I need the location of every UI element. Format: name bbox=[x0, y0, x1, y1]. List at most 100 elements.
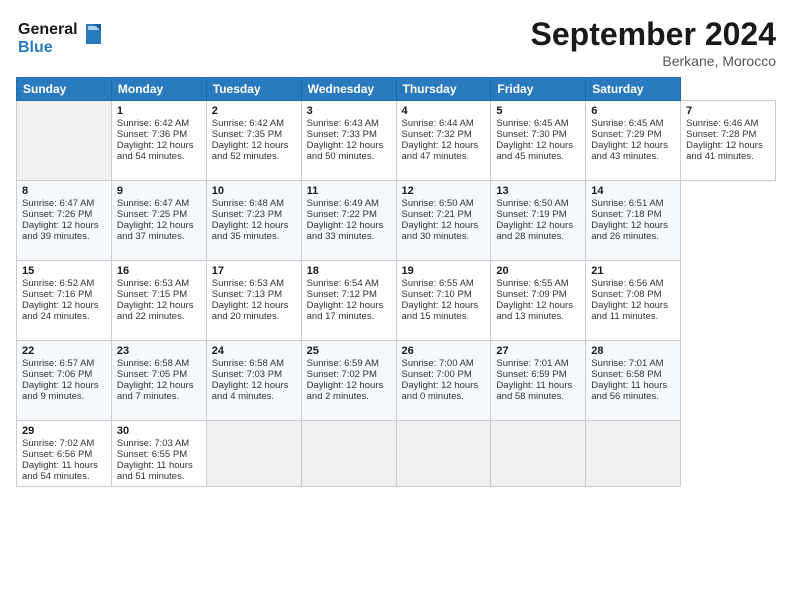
sunrise-text: Sunrise: 6:57 AM bbox=[22, 358, 94, 369]
day-number: 24 bbox=[212, 345, 296, 357]
calendar-cell: 11Sunrise: 6:49 AMSunset: 7:22 PMDayligh… bbox=[301, 181, 396, 261]
sunrise-text: Sunrise: 6:53 AM bbox=[117, 278, 189, 289]
sunset-text: Sunset: 7:02 PM bbox=[307, 369, 377, 380]
daylight-text: Daylight: 12 hours and 33 minutes. bbox=[307, 220, 384, 242]
sunrise-text: Sunrise: 6:45 AM bbox=[496, 118, 568, 129]
sunset-text: Sunset: 7:08 PM bbox=[591, 289, 661, 300]
day-number: 28 bbox=[591, 345, 675, 357]
sunrise-text: Sunrise: 6:58 AM bbox=[212, 358, 284, 369]
sunset-text: Sunset: 7:18 PM bbox=[591, 209, 661, 220]
sunset-text: Sunset: 7:16 PM bbox=[22, 289, 92, 300]
calendar-cell: 5Sunrise: 6:45 AMSunset: 7:30 PMDaylight… bbox=[491, 101, 586, 181]
daylight-text: Daylight: 12 hours and 9 minutes. bbox=[22, 380, 99, 402]
calendar-cell: 1Sunrise: 6:42 AMSunset: 7:36 PMDaylight… bbox=[111, 101, 206, 181]
sunrise-text: Sunrise: 6:59 AM bbox=[307, 358, 379, 369]
sunrise-text: Sunrise: 6:50 AM bbox=[496, 198, 568, 209]
daylight-text: Daylight: 12 hours and 11 minutes. bbox=[591, 300, 668, 322]
day-number: 20 bbox=[496, 265, 580, 277]
daylight-text: Daylight: 12 hours and 41 minutes. bbox=[686, 140, 763, 162]
day-number: 30 bbox=[117, 425, 201, 437]
sunset-text: Sunset: 7:10 PM bbox=[402, 289, 472, 300]
day-number: 8 bbox=[22, 185, 106, 197]
daylight-text: Daylight: 12 hours and 26 minutes. bbox=[591, 220, 668, 242]
daylight-text: Daylight: 12 hours and 50 minutes. bbox=[307, 140, 384, 162]
day-number: 22 bbox=[22, 345, 106, 357]
calendar-cell bbox=[491, 421, 586, 487]
daylight-text: Daylight: 11 hours and 54 minutes. bbox=[22, 460, 98, 482]
calendar-table: Sunday Monday Tuesday Wednesday Thursday… bbox=[16, 77, 776, 487]
daylight-text: Daylight: 11 hours and 58 minutes. bbox=[496, 380, 572, 402]
sunrise-text: Sunrise: 6:51 AM bbox=[591, 198, 663, 209]
svg-text:General: General bbox=[18, 21, 78, 38]
calendar-cell: 23Sunrise: 6:58 AMSunset: 7:05 PMDayligh… bbox=[111, 341, 206, 421]
calendar-cell: 28Sunrise: 7:01 AMSunset: 6:58 PMDayligh… bbox=[586, 341, 681, 421]
daylight-text: Daylight: 12 hours and 37 minutes. bbox=[117, 220, 194, 242]
day-number: 14 bbox=[591, 185, 675, 197]
sunset-text: Sunset: 7:33 PM bbox=[307, 129, 377, 140]
col-wednesday: Wednesday bbox=[301, 78, 396, 101]
daylight-text: Daylight: 12 hours and 7 minutes. bbox=[117, 380, 194, 402]
calendar-cell: 14Sunrise: 6:51 AMSunset: 7:18 PMDayligh… bbox=[586, 181, 681, 261]
sunrise-text: Sunrise: 6:52 AM bbox=[22, 278, 94, 289]
sunrise-text: Sunrise: 7:00 AM bbox=[402, 358, 474, 369]
sunrise-text: Sunrise: 6:56 AM bbox=[591, 278, 663, 289]
daylight-text: Daylight: 12 hours and 4 minutes. bbox=[212, 380, 289, 402]
daylight-text: Daylight: 12 hours and 22 minutes. bbox=[117, 300, 194, 322]
sunset-text: Sunset: 7:21 PM bbox=[402, 209, 472, 220]
day-number: 2 bbox=[212, 105, 296, 117]
day-number: 23 bbox=[117, 345, 201, 357]
calendar-cell bbox=[206, 421, 301, 487]
daylight-text: Daylight: 12 hours and 24 minutes. bbox=[22, 300, 99, 322]
daylight-text: Daylight: 12 hours and 47 minutes. bbox=[402, 140, 479, 162]
sunrise-text: Sunrise: 7:01 AM bbox=[496, 358, 568, 369]
calendar-cell: 17Sunrise: 6:53 AMSunset: 7:13 PMDayligh… bbox=[206, 261, 301, 341]
sunrise-text: Sunrise: 6:43 AM bbox=[307, 118, 379, 129]
sunset-text: Sunset: 7:12 PM bbox=[307, 289, 377, 300]
sunrise-text: Sunrise: 6:42 AM bbox=[117, 118, 189, 129]
col-thursday: Thursday bbox=[396, 78, 491, 101]
calendar-cell: 25Sunrise: 6:59 AMSunset: 7:02 PMDayligh… bbox=[301, 341, 396, 421]
sunrise-text: Sunrise: 6:47 AM bbox=[117, 198, 189, 209]
daylight-text: Daylight: 12 hours and 15 minutes. bbox=[402, 300, 479, 322]
sunset-text: Sunset: 7:19 PM bbox=[496, 209, 566, 220]
calendar-cell: 3Sunrise: 6:43 AMSunset: 7:33 PMDaylight… bbox=[301, 101, 396, 181]
calendar-cell: 6Sunrise: 6:45 AMSunset: 7:29 PMDaylight… bbox=[586, 101, 681, 181]
daylight-text: Daylight: 12 hours and 17 minutes. bbox=[307, 300, 384, 322]
calendar-cell: 7Sunrise: 6:46 AMSunset: 7:28 PMDaylight… bbox=[681, 101, 776, 181]
daylight-text: Daylight: 11 hours and 51 minutes. bbox=[117, 460, 193, 482]
col-monday: Monday bbox=[111, 78, 206, 101]
sunset-text: Sunset: 7:03 PM bbox=[212, 369, 282, 380]
sunrise-text: Sunrise: 6:46 AM bbox=[686, 118, 758, 129]
sunset-text: Sunset: 6:56 PM bbox=[22, 449, 92, 460]
sunset-text: Sunset: 7:36 PM bbox=[117, 129, 187, 140]
calendar-cell bbox=[586, 421, 681, 487]
calendar-cell: 12Sunrise: 6:50 AMSunset: 7:21 PMDayligh… bbox=[396, 181, 491, 261]
daylight-text: Daylight: 12 hours and 13 minutes. bbox=[496, 300, 573, 322]
daylight-text: Daylight: 12 hours and 28 minutes. bbox=[496, 220, 573, 242]
daylight-text: Daylight: 12 hours and 20 minutes. bbox=[212, 300, 289, 322]
daylight-text: Daylight: 12 hours and 2 minutes. bbox=[307, 380, 384, 402]
day-number: 3 bbox=[307, 105, 391, 117]
sunset-text: Sunset: 6:58 PM bbox=[591, 369, 661, 380]
calendar-cell bbox=[17, 101, 112, 181]
sunset-text: Sunset: 7:26 PM bbox=[22, 209, 92, 220]
sunrise-text: Sunrise: 6:50 AM bbox=[402, 198, 474, 209]
location: Berkane, Morocco bbox=[531, 53, 776, 69]
day-number: 15 bbox=[22, 265, 106, 277]
calendar-cell: 21Sunrise: 6:56 AMSunset: 7:08 PMDayligh… bbox=[586, 261, 681, 341]
day-number: 7 bbox=[686, 105, 770, 117]
daylight-text: Daylight: 12 hours and 52 minutes. bbox=[212, 140, 289, 162]
day-number: 26 bbox=[402, 345, 486, 357]
daylight-text: Daylight: 12 hours and 39 minutes. bbox=[22, 220, 99, 242]
title-block: September 2024 Berkane, Morocco bbox=[531, 16, 776, 69]
calendar-cell: 9Sunrise: 6:47 AMSunset: 7:25 PMDaylight… bbox=[111, 181, 206, 261]
sunset-text: Sunset: 7:32 PM bbox=[402, 129, 472, 140]
calendar-cell: 26Sunrise: 7:00 AMSunset: 7:00 PMDayligh… bbox=[396, 341, 491, 421]
logo-text: General Blue bbox=[16, 16, 106, 66]
logo: General Blue bbox=[16, 16, 106, 66]
calendar-cell: 18Sunrise: 6:54 AMSunset: 7:12 PMDayligh… bbox=[301, 261, 396, 341]
col-tuesday: Tuesday bbox=[206, 78, 301, 101]
sunset-text: Sunset: 7:28 PM bbox=[686, 129, 756, 140]
sunrise-text: Sunrise: 6:53 AM bbox=[212, 278, 284, 289]
day-number: 9 bbox=[117, 185, 201, 197]
